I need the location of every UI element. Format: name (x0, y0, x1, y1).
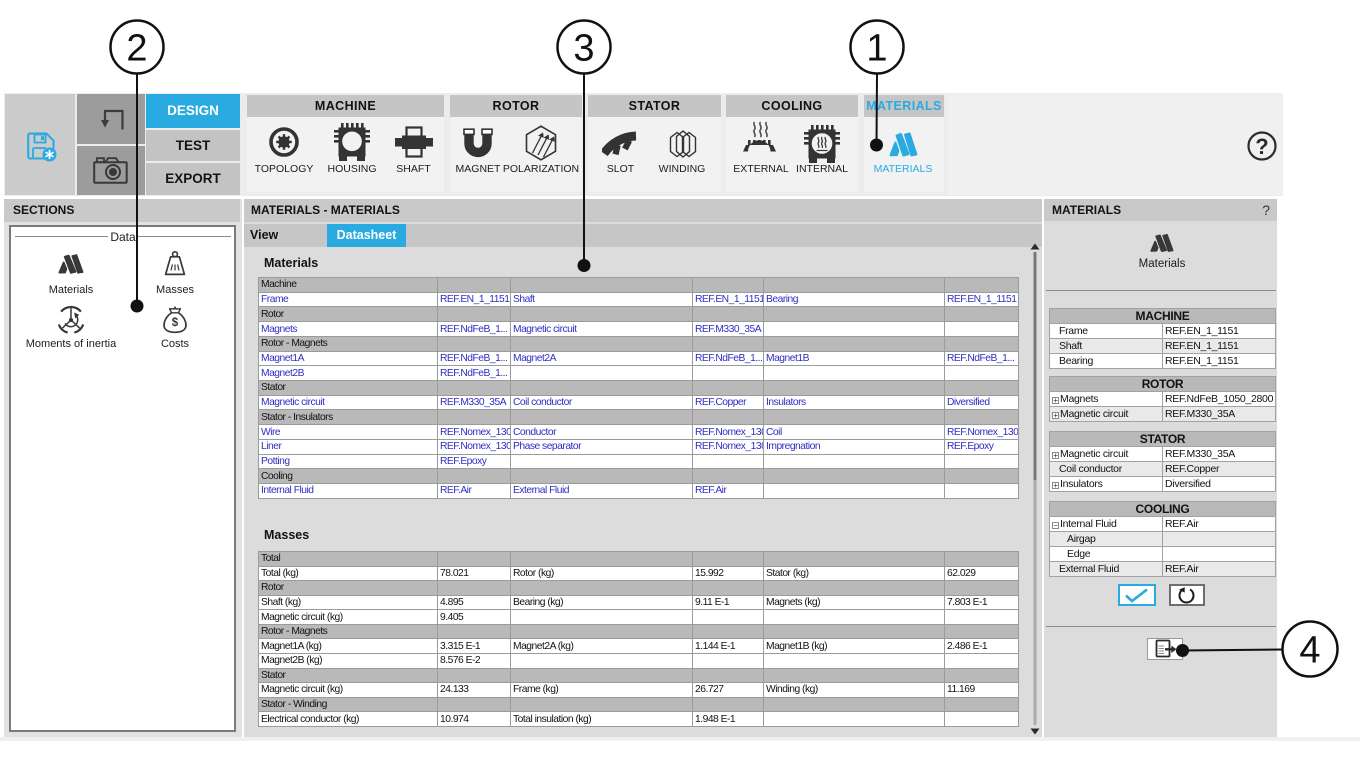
svg-text:?: ? (1255, 134, 1268, 159)
svg-text:1: 1 (866, 28, 887, 70)
svg-text:$: $ (172, 317, 179, 329)
svg-text:4: 4 (1299, 630, 1320, 672)
svg-text:3: 3 (573, 28, 594, 70)
svg-text:2: 2 (126, 28, 147, 70)
